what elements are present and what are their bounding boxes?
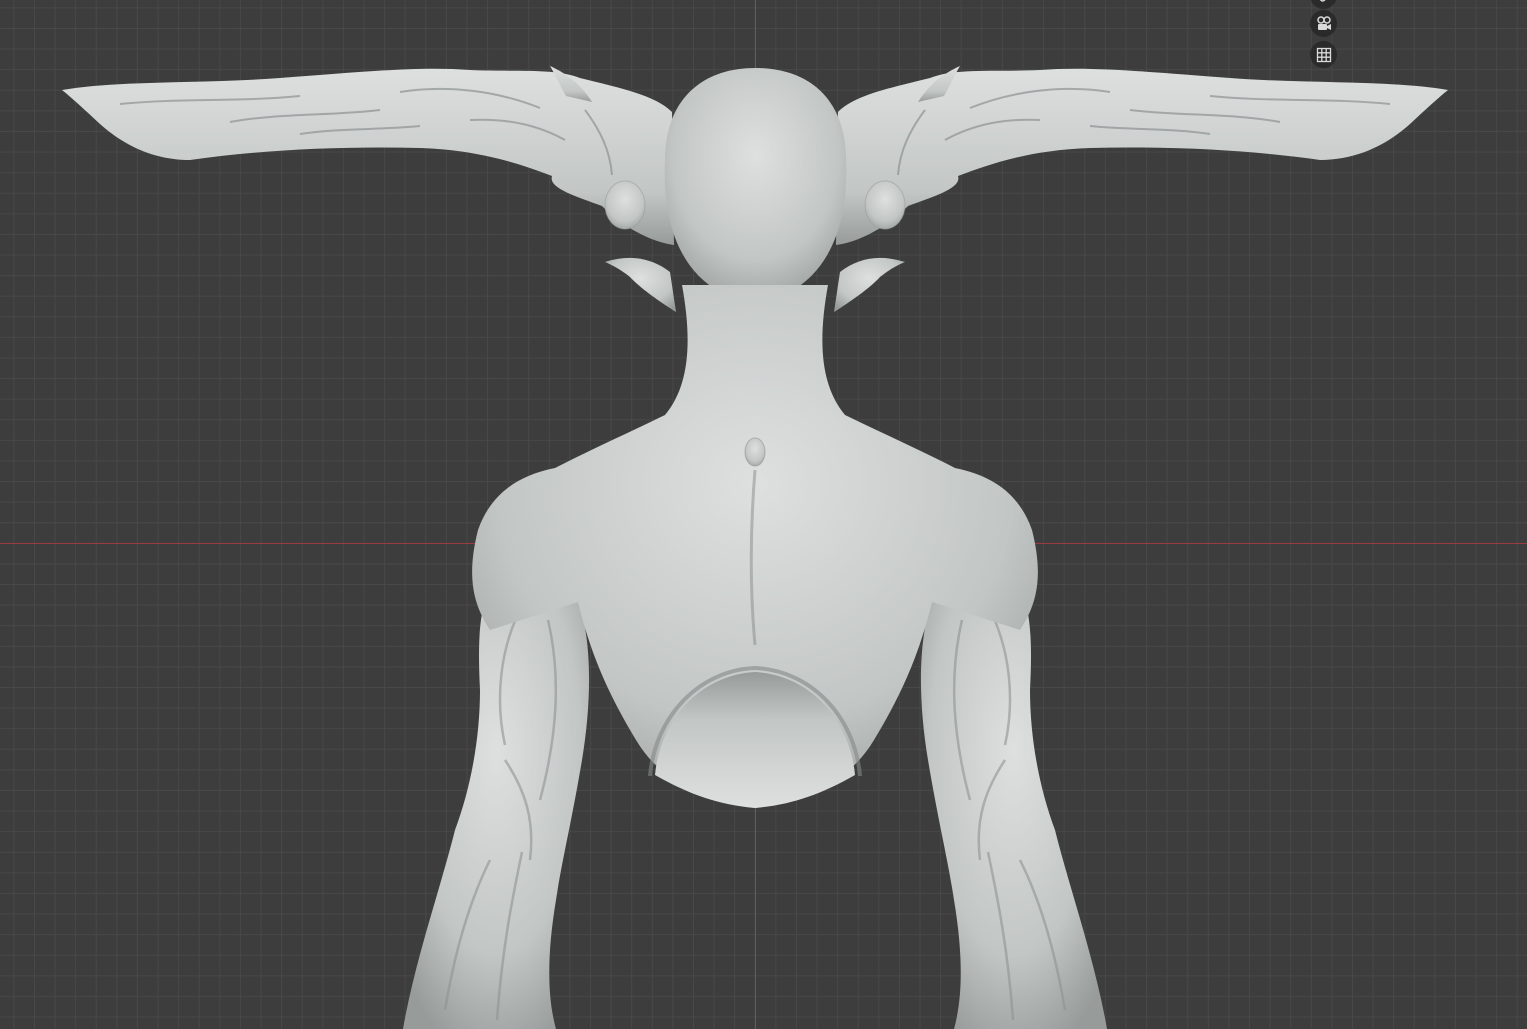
- right-ear[interactable]: [834, 257, 905, 312]
- grid-icon: [1316, 47, 1331, 62]
- left-horn-root-bulge: [604, 180, 646, 230]
- right-horn-root-bulge: [864, 180, 906, 230]
- left-arm[interactable]: [403, 580, 590, 1029]
- sculpt-model[interactable]: [0, 0, 1527, 1029]
- camera-view-button[interactable]: [1310, 10, 1337, 37]
- neck-vertebra: [744, 437, 766, 467]
- left-ear[interactable]: [605, 257, 676, 312]
- 3d-viewport[interactable]: [0, 0, 1527, 1029]
- camera-icon: [1316, 15, 1331, 30]
- right-arm[interactable]: [920, 580, 1107, 1029]
- toggle-projection-button[interactable]: [1310, 41, 1337, 68]
- hand-icon: [1319, 0, 1325, 2]
- head[interactable]: [664, 68, 847, 298]
